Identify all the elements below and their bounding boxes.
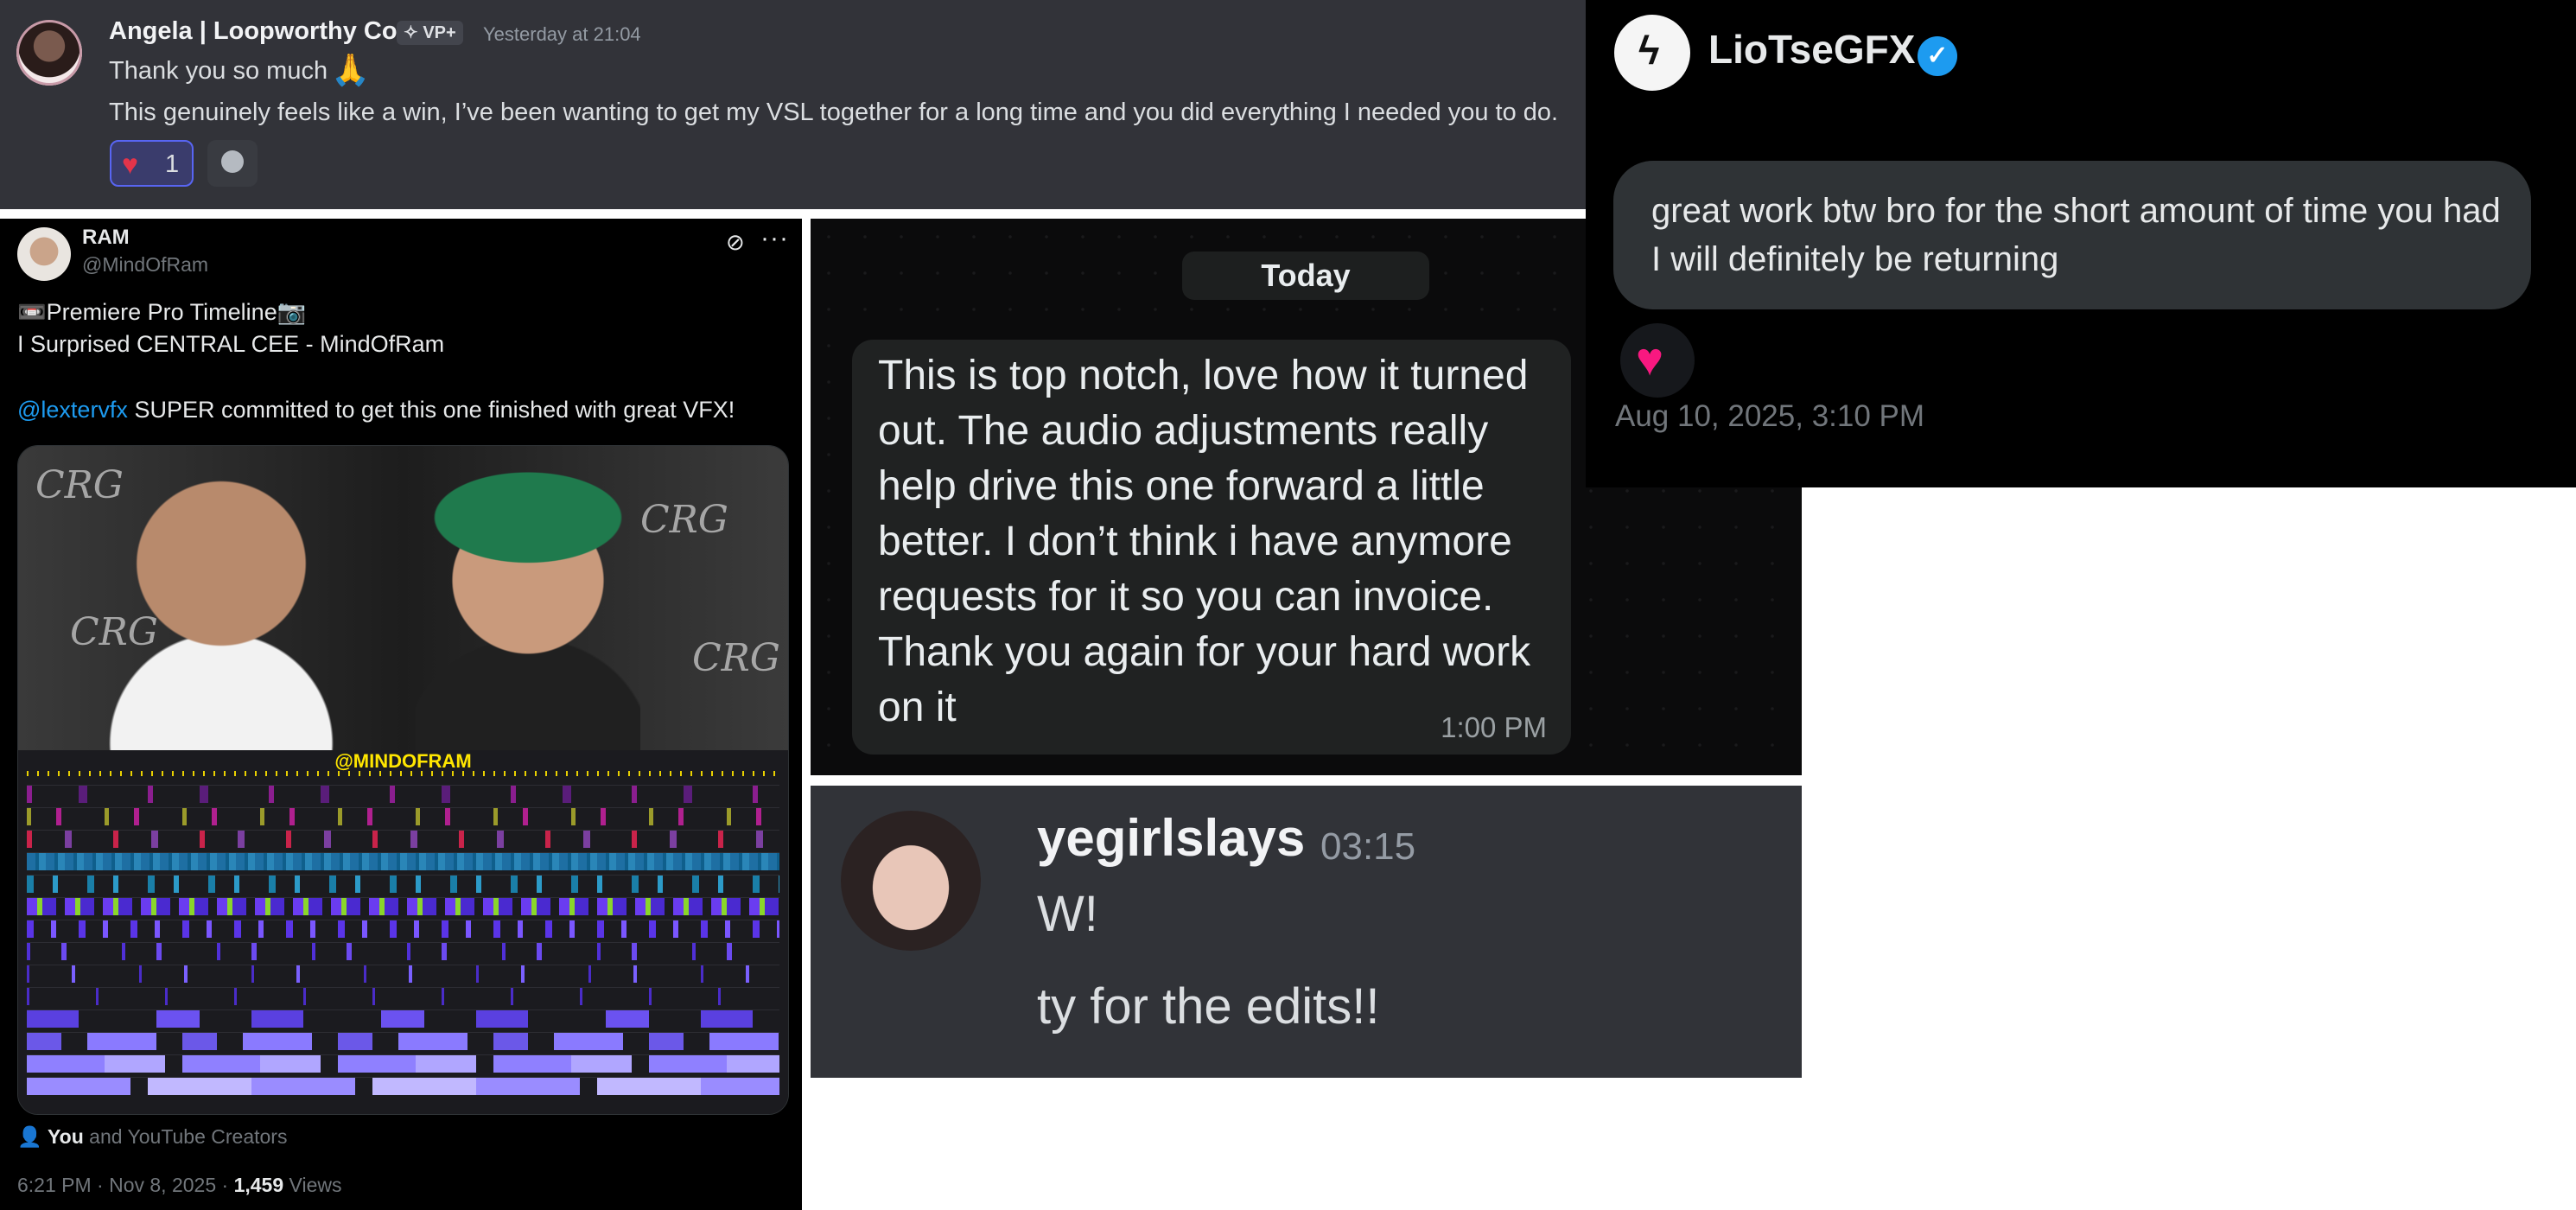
add-reaction-button[interactable]: ☺ [207, 140, 258, 187]
message-timestamp: Yesterday at 21:04 [483, 23, 641, 45]
avatar[interactable] [17, 227, 71, 281]
editing-timeline: @MINDOFRAM [18, 750, 788, 1114]
wall-logo: CRG [692, 636, 780, 680]
avatar[interactable] [841, 811, 981, 951]
message-timestamp: Aug 10, 2025, 3:10 PM [1615, 399, 1925, 433]
mention-link[interactable]: @lextervfx [17, 397, 128, 423]
heart-icon: ♥ [122, 149, 138, 180]
wall-logo: CRG [640, 498, 728, 542]
views-count: 1,459 [233, 1174, 284, 1196]
username[interactable]: yegirlslays [1037, 808, 1305, 868]
avatar[interactable] [16, 20, 82, 86]
post-meta: 6:21 PM · Nov 8, 2025 · 1,459 Views [17, 1174, 341, 1197]
person-figure [416, 472, 640, 757]
person-icon: 👤 [17, 1125, 48, 1148]
timeline-track [27, 1077, 779, 1095]
message-line: W! [1037, 886, 1098, 942]
timeline-track [27, 897, 779, 915]
display-name[interactable]: LioTseGFX [1708, 26, 1915, 73]
role-badge: ✧ VP+ [397, 21, 463, 45]
liked-by-you: You [48, 1125, 84, 1148]
discord-message-panel: Angela | Loopworthy Co. ✧ VP+ Yesterday … [0, 0, 1586, 209]
post-text: SUPER committed to get this one finished… [127, 397, 735, 423]
heart-reaction-button[interactable]: ♥ 1 [110, 140, 194, 187]
username[interactable]: Angela | Loopworthy Co. [109, 17, 404, 46]
timeline-ruler [27, 771, 779, 776]
timeline-track [27, 875, 779, 893]
timeline-track [27, 807, 779, 825]
reaction-count: 1 [165, 150, 180, 178]
avatar[interactable]: ϟ [1614, 15, 1690, 91]
message-line: This genuinely feels like a win, I’ve be… [109, 99, 1559, 126]
message-text: great work btw bro for the short amount … [1651, 192, 2501, 278]
person-figure [109, 481, 334, 757]
liked-by-rest: and YouTube Creators [83, 1125, 288, 1148]
x-dm-panel: ϟ LioTseGFX ✓ great work btw bro for the… [1586, 0, 2576, 487]
discord-message-panel-2: yegirlslays 03:15 W! ty for the edits!! [811, 786, 1802, 1078]
message-timestamp: 03:15 [1320, 825, 1416, 868]
x-post-panel: RAM @MindOfRam ⊘ ··· 📼Premiere Pro Timel… [0, 219, 802, 1210]
timeline-track [27, 942, 779, 960]
grok-icon[interactable]: ⊘ [726, 229, 745, 256]
timeline-track [27, 987, 779, 1005]
timeline-track [27, 785, 779, 803]
timeline-track [27, 1032, 779, 1050]
post-media[interactable]: CRG CRG CRG CRG CRG @MINDOFRAM [17, 445, 789, 1115]
emoji-picker-icon: ☺ [221, 150, 244, 173]
post-text-line: 📼Premiere Pro Timeline📷 [17, 299, 307, 325]
message-bubble[interactable]: This is top notch, love how it turned ou… [852, 340, 1571, 755]
post-text-line: I Surprised CENTRAL CEE - MindOfRam [17, 331, 445, 357]
heart-icon: ♥ [1636, 334, 1664, 385]
timeline-track [27, 852, 779, 870]
bolt-logo-icon: ϟ [1638, 28, 1660, 73]
verified-badge-icon: ✓ [1918, 36, 1957, 76]
liked-by[interactable]: 👤 You and YouTube Creators [17, 1125, 287, 1149]
thumbnail-photo: CRG CRG CRG CRG CRG [18, 446, 788, 757]
pray-emoji-icon: 🙏 [331, 52, 370, 87]
more-options-icon[interactable]: ··· [760, 224, 789, 253]
timeline-track [27, 1054, 779, 1073]
user-handle[interactable]: @MindOfRam [82, 253, 208, 277]
message-bubble[interactable]: great work btw bro for the short amount … [1613, 161, 2531, 309]
timeline-track [27, 830, 779, 848]
message-time: 1:00 PM [1441, 711, 1547, 743]
timeline-track [27, 1009, 779, 1028]
date-divider: Today [1182, 252, 1429, 300]
timeline-track [27, 920, 779, 938]
post-text-line: @lextervfx SUPER committed to get this o… [17, 397, 735, 424]
heart-reaction[interactable]: ♥ [1620, 323, 1695, 398]
display-name[interactable]: RAM [82, 226, 130, 250]
views-label: Views [283, 1174, 342, 1196]
message-text: This is top notch, love how it turned ou… [878, 353, 1531, 730]
timeline-track [27, 965, 779, 983]
message-line: Thank you so much [109, 57, 328, 85]
post-timestamp[interactable]: 6:21 PM · Nov 8, 2025 · [17, 1174, 234, 1196]
timeline-tag: @MINDOFRAM [334, 750, 472, 772]
message-line: ty for the edits!! [1037, 978, 1380, 1035]
